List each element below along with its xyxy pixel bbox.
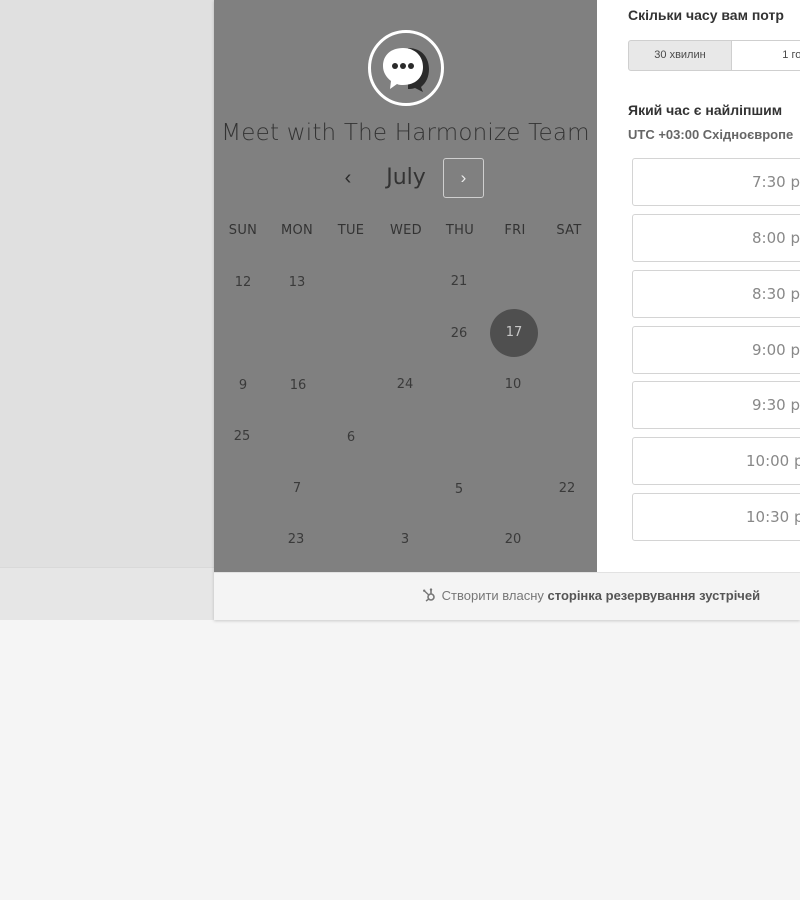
month-navigation: ‹ July › <box>214 158 597 198</box>
calendar-day[interactable]: 23 <box>276 531 316 549</box>
timezone-offset: UTC +03:00 <box>628 127 700 142</box>
time-slot-label: 10:30 p <box>746 508 800 526</box>
weekday-mon: MON <box>280 223 314 238</box>
next-month-button[interactable]: › <box>443 158 484 198</box>
team-avatar <box>368 30 444 106</box>
calendar-day[interactable]: 6 <box>331 429 371 447</box>
calendar-day[interactable]: 3 <box>385 531 425 549</box>
calendar-day-selected[interactable]: 17 <box>490 309 538 357</box>
weekday-sun: SUN <box>228 223 258 238</box>
time-slot-label: 8:30 pr <box>752 285 800 303</box>
calendar-day[interactable]: 22 <box>547 480 587 498</box>
meeting-title: Meet with The Harmonize Team <box>221 120 590 146</box>
time-slot-button[interactable]: 8:30 pr <box>632 270 800 318</box>
duration-selector: 30 хвилин 1 годин <box>628 40 800 71</box>
time-slot-button[interactable]: 9:30 pr <box>632 381 800 429</box>
weekday-sat: SAT <box>556 223 582 238</box>
calendar-day[interactable]: 16 <box>278 377 318 395</box>
time-question: Який час є найліпшим <box>628 102 783 118</box>
time-slot-button[interactable]: 7:30 pr <box>632 158 800 206</box>
weekday-wed: WED <box>390 223 422 238</box>
time-slot-button[interactable]: 9:00 pr <box>632 326 800 374</box>
time-slot-button[interactable]: 10:30 p <box>632 493 800 541</box>
calendar-day[interactable]: 9 <box>223 377 263 395</box>
time-slot-label: 8:00 pr <box>752 229 800 247</box>
time-slot-label: 10:00 p <box>746 452 800 470</box>
create-booking-page-link[interactable]: Створити власну сторінка резервування зу… <box>422 588 760 603</box>
weekday-tue: TUE <box>337 223 365 238</box>
calendar-panel: Meet with The Harmonize Team ‹ July › SU… <box>214 0 597 572</box>
duration-30min-button[interactable]: 30 хвилин <box>628 40 732 71</box>
hubspot-sprocket-icon <box>423 588 435 602</box>
calendar-day[interactable]: 7 <box>277 480 317 498</box>
calendar-day[interactable]: 20 <box>493 531 533 549</box>
weekday-fri: FRI <box>504 223 526 238</box>
timezone-name: Східноєвропе <box>702 127 794 142</box>
chat-bubble-logo-icon <box>383 48 429 92</box>
left-background <box>0 0 214 620</box>
duration-1h-button[interactable]: 1 годин <box>731 40 800 71</box>
calendar-day[interactable]: 26 <box>439 325 479 343</box>
left-background-strip <box>0 567 214 620</box>
timezone-selector[interactable]: UTC +03:00 Східноєвропе <box>628 127 793 142</box>
time-slot-button[interactable]: 10:00 p <box>632 437 800 485</box>
time-slot-label: 9:30 pr <box>752 396 800 414</box>
calendar-day[interactable]: 25 <box>222 428 262 446</box>
meeting-scheduler-card: Meet with The Harmonize Team ‹ July › SU… <box>214 0 800 620</box>
calendar-day[interactable]: 24 <box>385 376 425 394</box>
footer-link-bold: сторінка резервування зустрічей <box>547 588 761 603</box>
time-slot-label: 9:00 pr <box>752 341 800 359</box>
weekday-thu: THU <box>445 223 475 238</box>
calendar-day[interactable]: 5 <box>439 481 479 499</box>
footer-link-prefix: Створити власну <box>441 588 544 603</box>
time-slot-label: 7:30 pr <box>752 173 800 191</box>
footer: Створити власну сторінка резервування зу… <box>214 572 800 620</box>
calendar-day[interactable]: 13 <box>277 274 317 292</box>
calendar-day[interactable]: 12 <box>223 274 263 292</box>
duration-question: Скільки часу вам потр <box>628 7 784 23</box>
calendar-day[interactable]: 10 <box>493 376 533 394</box>
calendar-day[interactable]: 21 <box>439 273 479 291</box>
booking-panel: Скільки часу вам потр 30 хвилин 1 годин … <box>597 0 800 572</box>
prev-month-button[interactable]: ‹ <box>336 164 360 192</box>
time-slot-button[interactable]: 8:00 pr <box>632 214 800 262</box>
month-label: July <box>386 165 426 190</box>
